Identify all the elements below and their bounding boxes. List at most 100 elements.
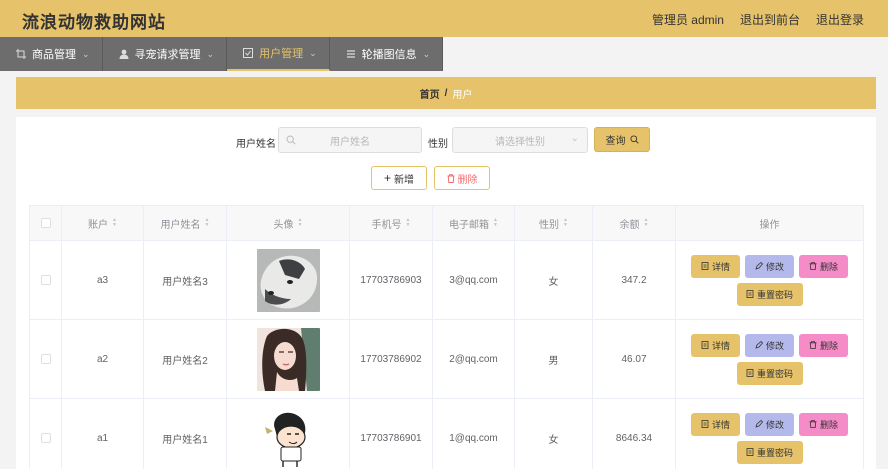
row-checkbox[interactable] [40, 354, 51, 364]
sort-icon: ▲ ▼ [493, 217, 498, 228]
add-button[interactable]: + 新增 [371, 166, 427, 190]
column-label: 账户 [88, 219, 109, 231]
edit-label: 修改 [765, 340, 784, 351]
sort-icon: ▲ ▼ [204, 217, 210, 228]
exit-to-front-link[interactable]: 退出到前台 [740, 11, 800, 28]
column-header-account[interactable]: 账户 ▲ ▼ [62, 206, 144, 240]
detail-label: 详情 [711, 419, 730, 430]
column-label: 用户姓名 [160, 219, 201, 231]
sort-icon: ▲ ▼ [405, 217, 411, 228]
account-cell: a1 [62, 399, 144, 469]
trash-icon [809, 420, 817, 428]
batch-delete-button[interactable]: 删除 [434, 166, 490, 190]
nav-item-carousel[interactable]: 轮播图信息 ⌄ [330, 37, 444, 71]
name-placeholder: 用户姓名 [330, 136, 370, 148]
edit-button[interactable]: 修改 [745, 412, 794, 436]
breadcrumb-separator: / [444, 87, 448, 99]
table-header: 账户 ▲ ▼ 用户姓名 ▲ ▼ 头像 ▲ ▼ 手机号 ▲ ▼ 电子邮箱 ▲ ▼ 性别 ▲ ▼ 余额 ▲ ▼ … [30, 206, 863, 241]
reset-password-button[interactable]: 重置密码 [736, 361, 803, 385]
sort-icon: ▲ ▼ [297, 217, 303, 228]
nav-item-label: 轮播图信息 [361, 49, 417, 61]
admin-user-label: 管理员 admin [651, 13, 724, 27]
select-all-checkbox[interactable] [40, 218, 51, 228]
nav-item-label: 寻宠请求管理 [134, 49, 201, 61]
trash-icon [809, 341, 817, 349]
search-icon [286, 135, 296, 145]
account-cell: a2 [62, 320, 144, 398]
detail-button[interactable]: 详情 [691, 254, 740, 278]
select-all-cell [30, 206, 62, 240]
avatar [256, 406, 320, 469]
delete-label: 删除 [819, 340, 838, 351]
phone-cell: 17703786901 [350, 399, 433, 469]
reset-password-button[interactable]: 重置密码 [736, 282, 803, 306]
document-icon [746, 448, 754, 456]
gender-cell: 女 [515, 399, 593, 469]
edit-icon [755, 420, 763, 428]
gender-placeholder: 请选择性别 [495, 136, 545, 148]
delete-button[interactable]: 删除 [799, 333, 848, 357]
document-icon [746, 290, 754, 298]
crop-icon [16, 49, 26, 59]
document-icon [701, 341, 709, 349]
user-icon [119, 49, 129, 59]
trash-icon [809, 262, 817, 270]
sort-icon: ▲ ▼ [112, 217, 117, 228]
document-icon [701, 262, 709, 270]
detail-button[interactable]: 详情 [691, 333, 740, 357]
chevron-down-icon: ⌄ [82, 48, 90, 59]
main-nav: 商品管理 ⌄ 寻宠请求管理 ⌄ 用户管理 ⌄ 轮播图信息 ⌄ [0, 37, 444, 71]
gender-select[interactable]: 请选择性别 ⌄ [452, 127, 588, 153]
column-header-name[interactable]: 用户姓名 ▲ ▼ [144, 206, 227, 240]
edit-label: 修改 [765, 419, 784, 430]
table-row: a1 用户姓名1 17703786901 1@qq.com 女 8646.34 [30, 399, 863, 469]
row-checkbox[interactable] [40, 275, 51, 285]
nav-item-users[interactable]: 用户管理 ⌄ [227, 37, 330, 71]
detail-button[interactable]: 详情 [691, 412, 740, 436]
actions-cell: 详情 修改 删除 重置密码 [676, 320, 863, 398]
row-checkbox[interactable] [40, 433, 51, 443]
column-header-avatar[interactable]: 头像 ▲ ▼ [227, 206, 350, 240]
check-square-icon [243, 48, 254, 58]
reset-password-button[interactable]: 重置密码 [736, 440, 803, 464]
actions-cell: 详情 修改 删除 重置密码 [676, 399, 863, 469]
column-header-gender[interactable]: 性别 ▲ ▼ [515, 206, 593, 240]
nav-item-pet-requests[interactable]: 寻宠请求管理 ⌄ [103, 37, 228, 71]
email-cell: 1@qq.com [433, 399, 515, 469]
avatar-cell [227, 320, 350, 398]
avatar-cell [227, 399, 350, 469]
edit-button[interactable]: 修改 [745, 333, 794, 357]
delete-label: 删除 [819, 419, 838, 430]
edit-label: 修改 [765, 261, 784, 272]
nav-item-label: 用户管理 [259, 48, 304, 60]
column-header-email[interactable]: 电子邮箱 ▲ ▼ [433, 206, 515, 240]
reset-password-label: 重置密码 [756, 289, 793, 300]
row-select-cell [30, 241, 62, 319]
edit-button[interactable]: 修改 [745, 254, 794, 278]
column-header-balance[interactable]: 余额 ▲ ▼ [593, 206, 676, 240]
name-cell: 用户姓名1 [144, 399, 227, 469]
detail-label: 详情 [711, 261, 730, 272]
gender-cell: 女 [515, 241, 593, 319]
name-cell: 用户姓名2 [144, 320, 227, 398]
table-row: a2 用户姓名2 17703786902 2@qq.com 男 46.07 详情… [30, 320, 863, 399]
add-button-label: 新增 [394, 174, 414, 186]
column-header-phone[interactable]: 手机号 ▲ ▼ [350, 206, 433, 240]
delete-button[interactable]: 删除 [799, 254, 848, 278]
menu-icon [346, 50, 355, 58]
nav-item-label: 商品管理 [32, 49, 76, 61]
phone-cell: 17703786903 [350, 241, 433, 319]
nav-item-goods[interactable]: 商品管理 ⌄ [0, 37, 103, 71]
logout-link[interactable]: 退出登录 [816, 11, 864, 28]
name-search-input[interactable]: 用户姓名 [278, 127, 422, 153]
chevron-down-icon: ⌄ [422, 48, 431, 59]
search-bar: 用户姓名 用户姓名 性别 请选择性别 ⌄ 查询 [16, 127, 876, 153]
breadcrumb-home[interactable]: 首页 [420, 86, 440, 101]
query-button[interactable]: 查询 [594, 127, 650, 152]
top-header: 流浪动物救助网站 管理员 admin 退出到前台 退出登录 [0, 0, 888, 37]
balance-cell: 347.2 [593, 241, 676, 319]
delete-button[interactable]: 删除 [799, 412, 848, 436]
column-label: 头像 [273, 219, 294, 231]
column-label: 性别 [539, 219, 560, 231]
column-label: 余额 [619, 219, 640, 231]
